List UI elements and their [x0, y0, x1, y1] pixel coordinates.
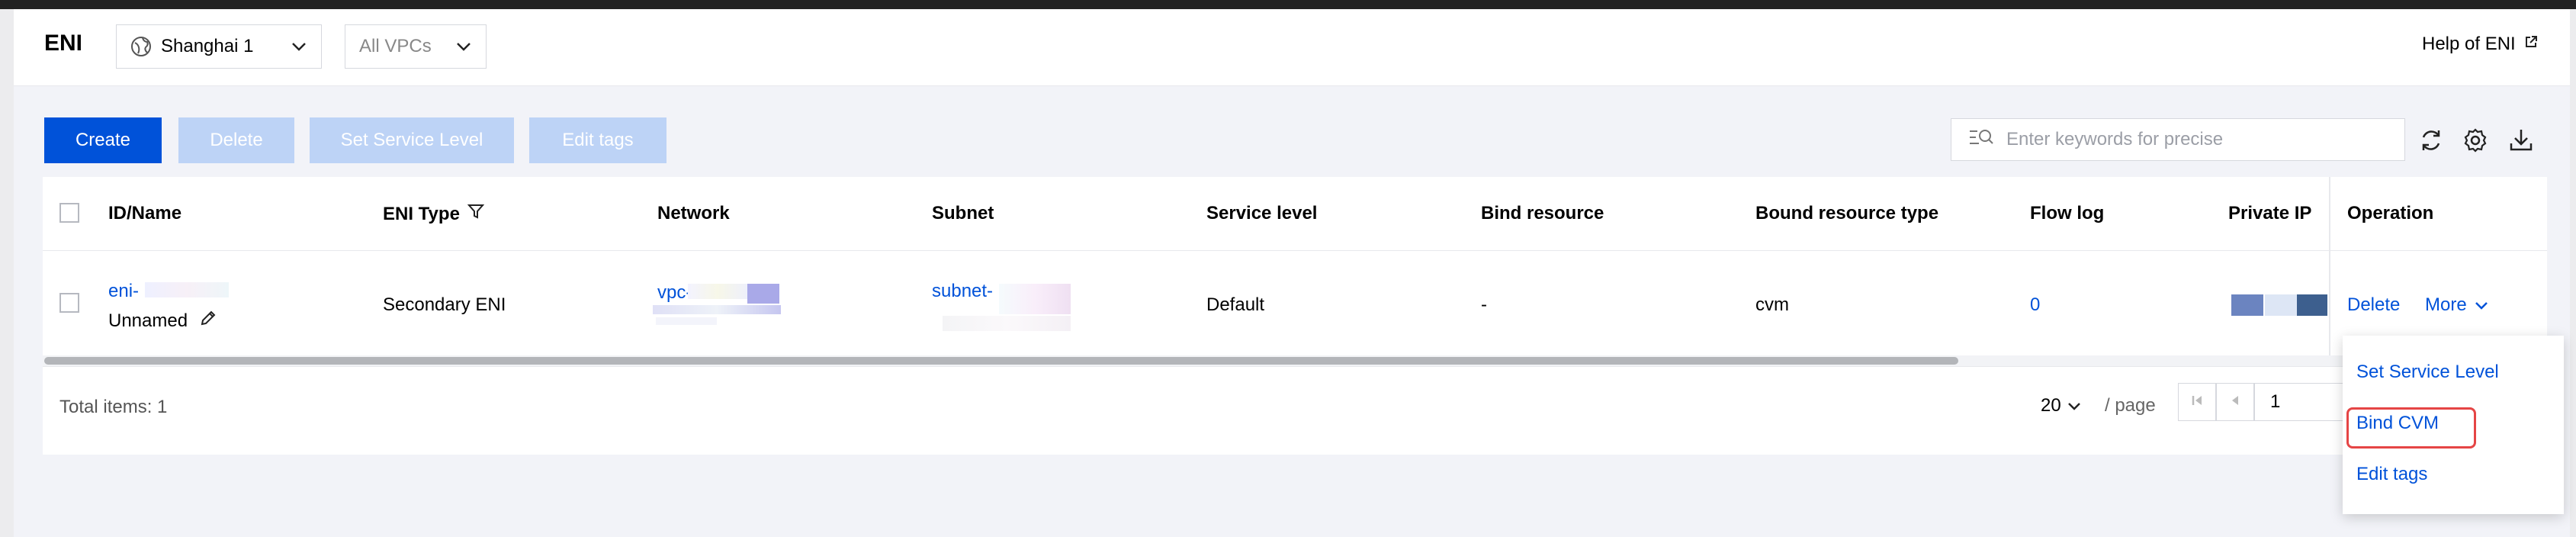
chevron-down-icon: [291, 36, 307, 57]
per-page-label: / page: [2105, 395, 2156, 416]
external-link-icon: [2523, 34, 2539, 55]
subnet-link[interactable]: subnet-: [932, 281, 993, 302]
blurred-ip-2: [2265, 294, 2297, 316]
chevron-down-icon: [2475, 294, 2488, 316]
page-size-value: 20: [2041, 395, 2061, 416]
search-box[interactable]: Enter keywords for precise: [1951, 118, 2405, 161]
blurred-vpc-line2: [656, 317, 717, 325]
blurred-ip-3: [2297, 294, 2327, 316]
row-more-label: More: [2425, 294, 2467, 315]
page-title: ENI: [44, 31, 83, 56]
filter-icon[interactable]: [467, 203, 485, 225]
select-all-checkbox[interactable]: [59, 203, 79, 223]
col-eni-type[interactable]: ENI Type: [383, 203, 485, 225]
col-bind-resource: Bind resource: [1481, 203, 1604, 223]
blurred-vpc-block: [747, 284, 779, 304]
help-link[interactable]: Help of ENI: [2422, 34, 2539, 55]
col-id-name: ID/Name: [108, 203, 182, 223]
blurred-id: [145, 282, 229, 297]
chevron-down-icon: [2067, 395, 2081, 416]
vpc-select[interactable]: All VPCs: [345, 24, 487, 69]
prev-page-button[interactable]: [2216, 383, 2254, 421]
right-edge: [2570, 9, 2576, 537]
menu-item-edit-tags[interactable]: Edit tags: [2356, 464, 2427, 485]
vpc-link[interactable]: vpc-: [657, 282, 692, 304]
eni-name-cell: Unnamed: [108, 308, 218, 333]
col-network: Network: [657, 203, 730, 223]
page-size-select[interactable]: 20: [2041, 395, 2081, 416]
edit-pencil-icon[interactable]: [198, 308, 218, 333]
table-footer-divider: [43, 366, 2547, 367]
settings-icon[interactable]: [2460, 125, 2491, 156]
region-select[interactable]: Shanghai 1: [116, 24, 322, 69]
col-service-level: Service level: [1206, 203, 1318, 223]
eni-id-link[interactable]: eni-: [108, 281, 139, 302]
total-items: Total items: 1: [59, 397, 168, 417]
eni-name: Unnamed: [108, 310, 188, 331]
delete-button[interactable]: Delete: [178, 117, 294, 163]
blurred-subnet-line: [943, 316, 1071, 331]
col-private-ip: Private IP: [2228, 203, 2312, 223]
row-checkbox[interactable]: [59, 293, 79, 313]
help-link-label: Help of ENI: [2422, 34, 2516, 54]
first-page-button[interactable]: [2178, 383, 2216, 421]
refresh-icon[interactable]: [2416, 125, 2446, 156]
globe-icon: [130, 36, 152, 57]
menu-item-set-service-level[interactable]: Set Service Level: [2356, 362, 2499, 383]
create-button[interactable]: Create: [44, 117, 162, 163]
search-placeholder: Enter keywords for precise: [2006, 129, 2224, 150]
set-service-level-button[interactable]: Set Service Level: [310, 117, 514, 163]
horizontal-scrollbar[interactable]: [44, 357, 1958, 365]
left-edge: [0, 9, 14, 537]
menu-item-bind-cvm[interactable]: Bind CVM: [2356, 413, 2439, 434]
page-input[interactable]: 1: [2254, 383, 2346, 421]
more-actions-menu: Set Service Level Bind CVM Edit tags: [2343, 336, 2564, 514]
col-operation: Operation: [2347, 203, 2434, 223]
col-flow-log: Flow log: [2030, 203, 2105, 223]
col-bound-resource-type: Bound resource type: [1755, 203, 1939, 223]
blurred-ip-1: [2231, 294, 2263, 316]
blurred-subnet: [999, 284, 1071, 314]
operation-column-divider: [2329, 177, 2330, 357]
region-select-value: Shanghai 1: [161, 36, 254, 56]
chevron-down-icon: [455, 36, 472, 57]
first-page-icon: [2189, 393, 2205, 412]
blurred-vpc-line: [653, 305, 781, 314]
bound-resource-type-cell: cvm: [1755, 294, 1789, 315]
bind-resource-cell: -: [1481, 294, 1487, 315]
prev-page-icon: [2228, 393, 2243, 412]
search-filter-icon: [1968, 128, 1994, 152]
col-eni-type-label: ENI Type: [383, 203, 460, 224]
eni-type-cell: Secondary ENI: [383, 294, 506, 315]
row-delete-link[interactable]: Delete: [2347, 294, 2400, 316]
blurred-vpc: [688, 284, 747, 299]
col-subnet: Subnet: [932, 203, 994, 223]
window-top-bar: [0, 0, 2576, 9]
page-input-value: 1: [2270, 391, 2281, 412]
vpc-select-value: All VPCs: [359, 36, 432, 56]
edit-tags-button[interactable]: Edit tags: [529, 117, 666, 163]
row-more-dropdown[interactable]: More: [2425, 294, 2488, 316]
download-icon[interactable]: [2506, 125, 2536, 156]
flow-log-link[interactable]: 0: [2030, 294, 2040, 316]
service-level-cell: Default: [1206, 294, 1265, 315]
